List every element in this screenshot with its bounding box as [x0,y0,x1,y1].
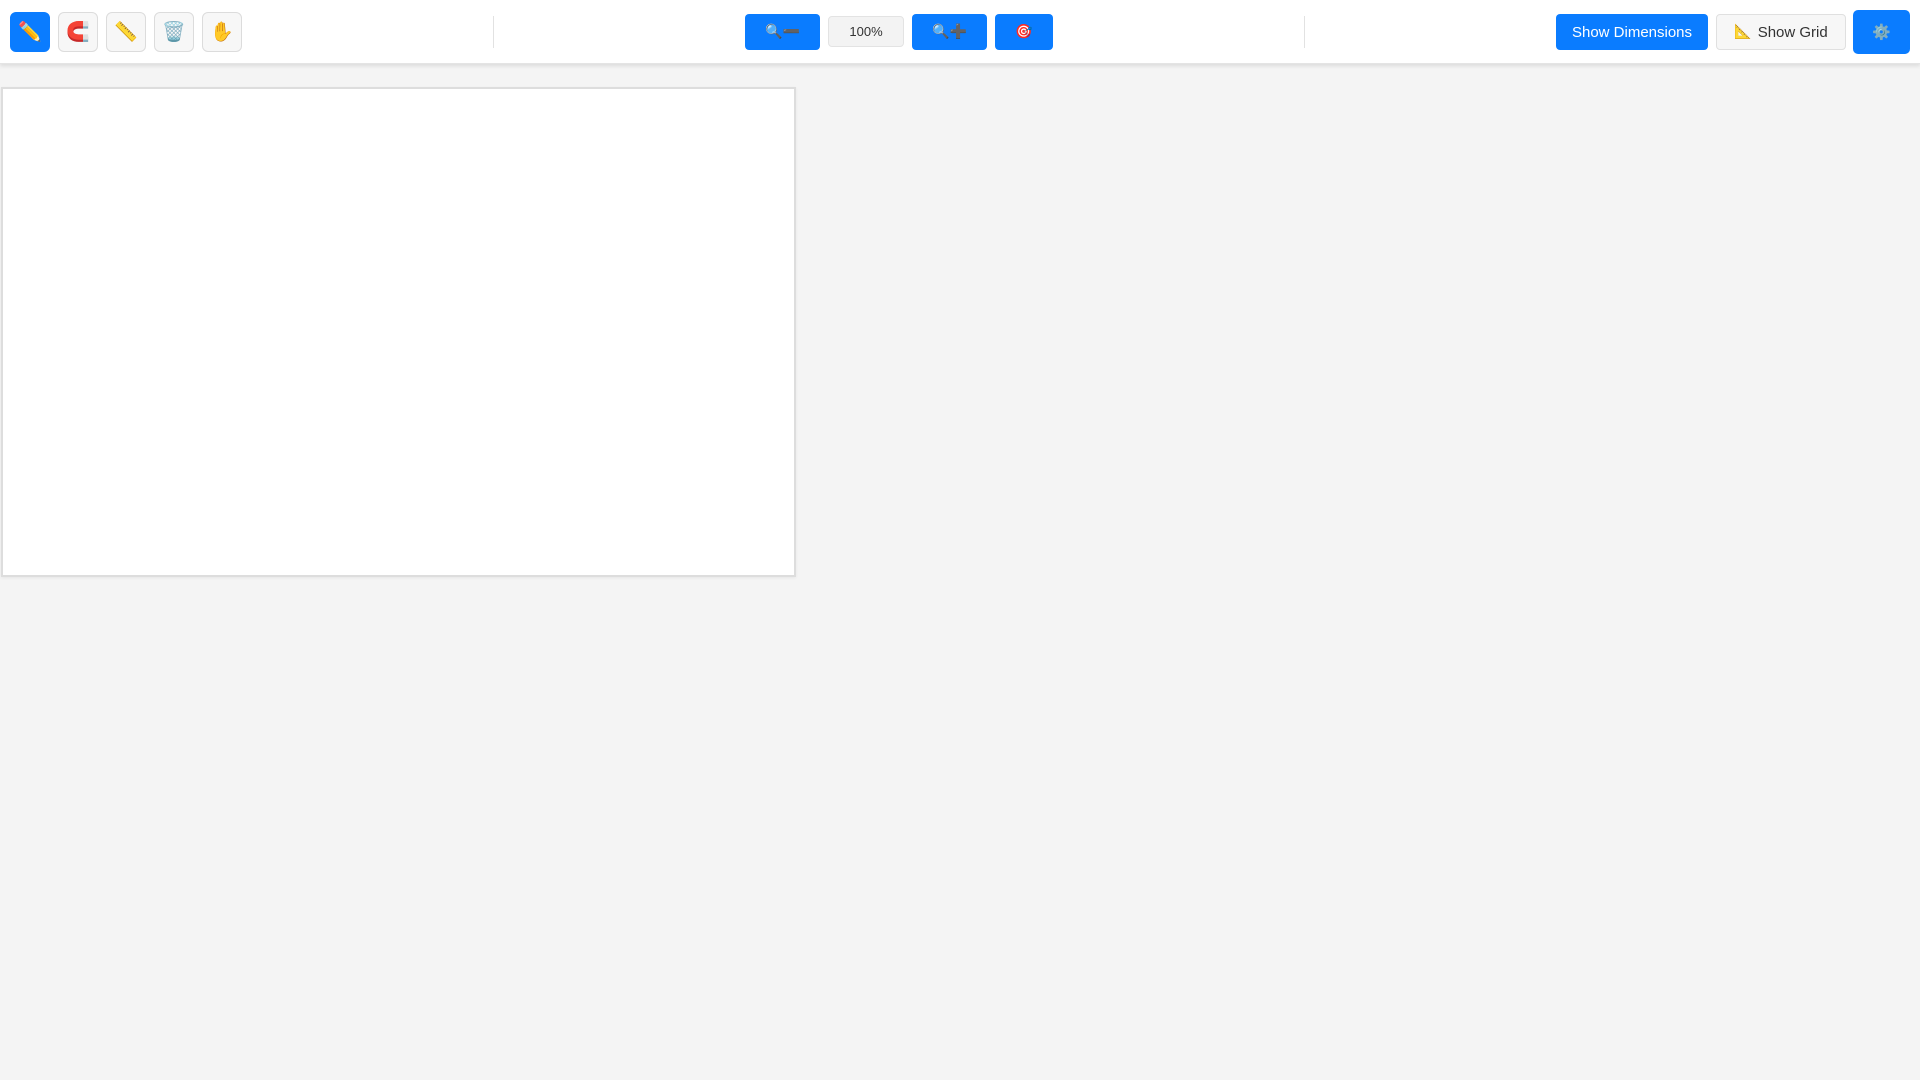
triangle-ruler-icon: 📐 [1734,24,1752,40]
pencil-tool-button[interactable]: ✏️ [10,12,50,52]
delete-tool-button[interactable]: 🗑️ [154,12,194,52]
show-dimensions-label: Show Dimensions [1571,23,1693,41]
magnet-tool-button[interactable]: 🧲 [58,12,98,52]
ruler-tool-button[interactable]: 📏 [106,12,146,52]
show-grid-button[interactable]: 📐 Show Grid [1716,14,1846,50]
pencil-icon: ✏️ [18,20,42,43]
zoom-level-value: 100% [849,24,883,39]
zoom-level-display: 100% [828,16,904,47]
zoom-in-button[interactable]: 🔍➕ [912,14,987,50]
show-dimensions-button[interactable]: Show Dimensions [1556,14,1708,50]
zoom-in-icon: 🔍➕ [932,24,967,40]
trash-icon: 🗑️ [162,20,186,43]
ruler-icon: 📏 [114,20,138,43]
zoom-out-icon: 🔍➖ [765,24,800,40]
hand-icon: ✋ [210,20,234,43]
zoom-out-button[interactable]: 🔍➖ [745,14,820,50]
drawing-canvas[interactable] [1,87,796,577]
magnet-icon: 🧲 [66,20,90,43]
settings-button[interactable]: ⚙️ [1853,10,1910,54]
gear-icon: ⚙️ [1872,23,1891,41]
top-toolbar: ✏️ 🧲 📏 🗑️ ✋ 🔍➖ 100% 🔍➕ 🎯 Show Dimensions… [0,0,1920,64]
toolbar-divider-right [1304,16,1305,48]
toolbar-divider-left [493,16,494,48]
show-grid-label: Show Grid [1757,23,1828,41]
target-icon: 🎯 [1015,24,1033,40]
center-view-button[interactable]: 🎯 [995,14,1053,50]
pan-tool-button[interactable]: ✋ [202,12,242,52]
